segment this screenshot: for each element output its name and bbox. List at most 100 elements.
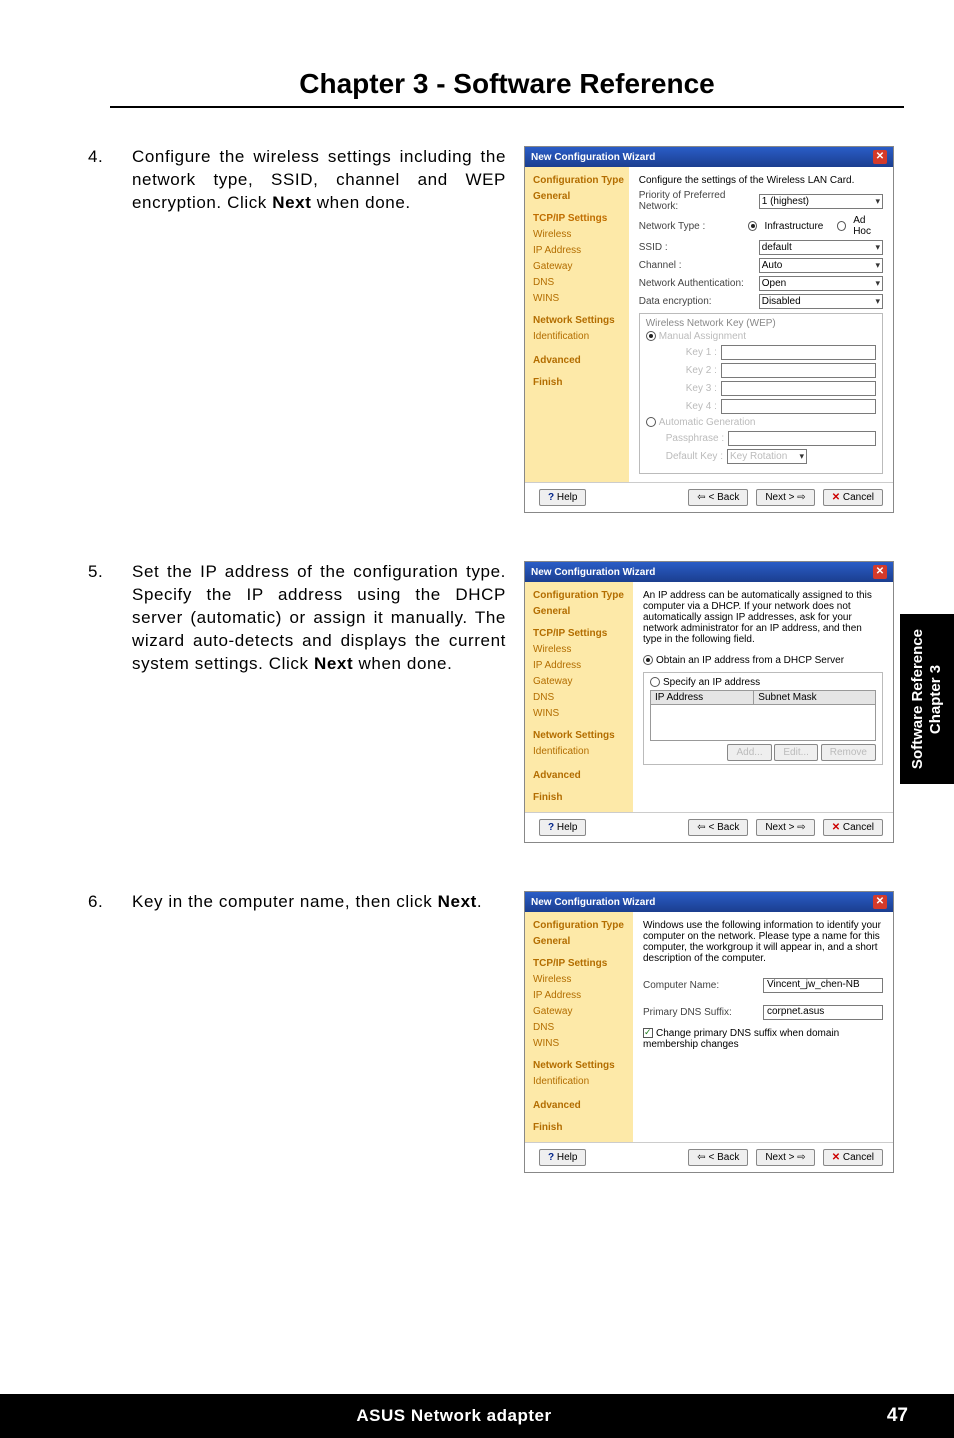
nav-wireless[interactable]: Wireless (533, 227, 625, 243)
nav3-d[interactable]: Network Settings (533, 1058, 629, 1074)
step4-num: 4. (110, 146, 132, 169)
inp-k3[interactable] (721, 381, 876, 396)
nav2-c1[interactable]: Wireless (533, 642, 629, 658)
lbl-k4: Key 4 : (686, 401, 717, 412)
th-ip: IP Address (651, 691, 754, 705)
side-line-b: Software Reference (909, 629, 926, 769)
close-icon[interactable]: ✕ (873, 150, 887, 164)
nav-ident[interactable]: Identification (533, 329, 625, 345)
btn-next[interactable]: Next > ⇨ (756, 489, 814, 506)
nav-ipaddress[interactable]: IP Address (533, 243, 625, 259)
nav-wins[interactable]: WINS (533, 291, 625, 307)
th-mask: Subnet Mask (754, 691, 876, 705)
nav2-c3[interactable]: Gateway (533, 674, 629, 690)
nav-netset[interactable]: Network Settings (533, 313, 625, 329)
btn-back-3[interactable]: ⇦ < Back (688, 1149, 748, 1166)
nav3-c4[interactable]: DNS (533, 1020, 629, 1036)
sel-ssid[interactable]: default (759, 240, 883, 255)
val-channel: Auto (762, 260, 783, 271)
radio-infra[interactable] (748, 221, 757, 231)
radio-adhoc[interactable] (837, 221, 846, 231)
nav2-c2[interactable]: IP Address (533, 658, 629, 674)
btn-next-3[interactable]: Next > ⇨ (756, 1149, 814, 1166)
step5-next: Next (314, 654, 353, 673)
sel-auth[interactable]: Open (759, 276, 883, 291)
btn-next-label-2: Next > (765, 822, 794, 833)
side-line-a: Chapter 3 (927, 664, 944, 733)
sel-rot[interactable]: Key Rotation (727, 449, 807, 464)
btn-remove[interactable]: Remove (821, 744, 876, 761)
nav-tcpip[interactable]: TCP/IP Settings (533, 211, 625, 227)
inp-k1[interactable] (721, 345, 876, 360)
close-icon-3[interactable]: ✕ (873, 895, 887, 909)
radio-auto[interactable] (646, 417, 656, 427)
nav-dns[interactable]: DNS (533, 275, 625, 291)
wizard-titlebar-2: New Configuration Wizard✕ (525, 562, 893, 582)
btn-back-label: < Back (708, 492, 739, 503)
btn-cancel-3[interactable]: ✕ Cancel (823, 1149, 883, 1166)
nav-finish[interactable]: Finish (533, 375, 625, 391)
close-icon-2[interactable]: ✕ (873, 565, 887, 579)
btn-cancel-2[interactable]: ✕ Cancel (823, 819, 883, 836)
nav3-d1[interactable]: Identification (533, 1074, 629, 1090)
nav3-c5[interactable]: WINS (533, 1036, 629, 1052)
nav2-d[interactable]: Network Settings (533, 728, 629, 744)
heading-rule (110, 106, 904, 108)
step5-num: 5. (110, 561, 132, 584)
lbl-ssid: SSID : (639, 242, 755, 253)
inp-cname[interactable]: Vincent_jw_chen-NB (763, 978, 883, 993)
inp-k2[interactable] (721, 363, 876, 378)
btn-cancel-label-2: Cancel (843, 822, 874, 833)
nav-gateway[interactable]: Gateway (533, 259, 625, 275)
btn-back-2[interactable]: ⇦ < Back (688, 819, 748, 836)
nav-advanced[interactable]: Advanced (533, 353, 625, 369)
nav2-e[interactable]: Advanced (533, 768, 629, 784)
nav-general[interactable]: General (533, 189, 625, 205)
nav3-b[interactable]: General (533, 934, 629, 950)
inp-k4[interactable] (721, 399, 876, 414)
nav2-b[interactable]: General (533, 604, 629, 620)
inp-dns[interactable]: corpnet.asus (763, 1005, 883, 1020)
btn-add[interactable]: Add... (727, 744, 771, 761)
chk-dns-change[interactable] (643, 1028, 653, 1038)
sel-enc[interactable]: Disabled (759, 294, 883, 309)
inp-pass[interactable] (728, 431, 876, 446)
btn-help-3[interactable]: ? Help (539, 1149, 586, 1166)
radio-manual[interactable] (646, 331, 656, 341)
nav2-c4[interactable]: DNS (533, 690, 629, 706)
w1-intro: Configure the settings of the Wireless L… (639, 175, 883, 186)
wizard-titlebar: New Configuration Wizard✕ (525, 147, 893, 167)
nav-config-type[interactable]: Configuration Type (533, 173, 625, 189)
nav3-c3[interactable]: Gateway (533, 1004, 629, 1020)
nav2-c[interactable]: TCP/IP Settings (533, 626, 629, 642)
step6-tail: . (477, 892, 482, 911)
nav3-a[interactable]: Configuration Type (533, 918, 629, 934)
btn-edit[interactable]: Edit... (774, 744, 818, 761)
btn-back[interactable]: ⇦ < Back (688, 489, 748, 506)
nav3-e[interactable]: Advanced (533, 1098, 629, 1114)
btn-help[interactable]: ? Help (539, 489, 586, 506)
sel-channel[interactable]: Auto (759, 258, 883, 273)
step6-next: Next (438, 892, 477, 911)
btn-help-label-2: Help (557, 822, 578, 833)
lbl-channel: Channel : (639, 260, 755, 271)
sel-priority[interactable]: 1 (highest) (759, 194, 883, 209)
btn-next-2[interactable]: Next > ⇨ (756, 819, 814, 836)
grp-wep: Wireless Network Key (WEP) (646, 318, 876, 329)
step4-text: 4.Configure the wireless settings includ… (110, 146, 506, 215)
nav2-d1[interactable]: Identification (533, 744, 629, 760)
nav3-f[interactable]: Finish (533, 1120, 629, 1136)
radio-specify[interactable] (650, 677, 660, 687)
nav3-c2[interactable]: IP Address (533, 988, 629, 1004)
btn-cancel[interactable]: ✕ Cancel (823, 489, 883, 506)
wizard-nav-2: Configuration Type General TCP/IP Settin… (525, 582, 633, 812)
nav2-f[interactable]: Finish (533, 790, 629, 806)
nav3-c[interactable]: TCP/IP Settings (533, 956, 629, 972)
radio-obtain[interactable] (643, 655, 653, 665)
nav2-a[interactable]: Configuration Type (533, 588, 629, 604)
chapter-heading: Chapter 3 - Software Reference (110, 68, 904, 100)
lbl-obtain: Obtain an IP address from a DHCP Server (656, 655, 844, 666)
btn-help-2[interactable]: ? Help (539, 819, 586, 836)
nav3-c1[interactable]: Wireless (533, 972, 629, 988)
nav2-c5[interactable]: WINS (533, 706, 629, 722)
